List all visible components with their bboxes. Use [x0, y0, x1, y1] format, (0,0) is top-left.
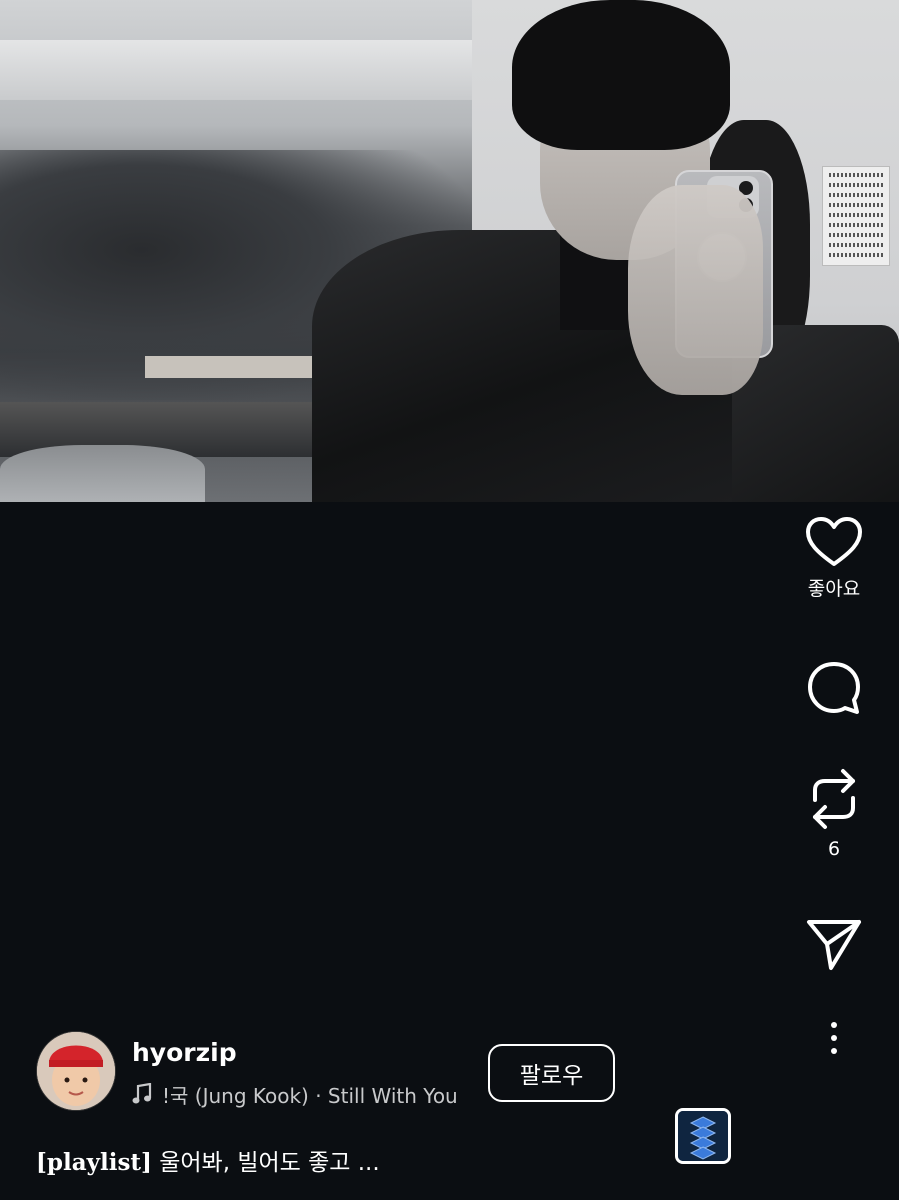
photo-ceiling — [0, 40, 472, 100]
photo-poster — [822, 166, 890, 266]
avatar[interactable] — [36, 1031, 116, 1111]
caption[interactable]: [playlist] 울어봐, 빌어도 좋고 ... — [36, 1143, 380, 1177]
heart-icon — [806, 517, 862, 566]
action-rail: 좋아요 6 — [769, 502, 899, 1200]
like-label: 좋아요 — [807, 578, 861, 600]
repost-icon — [813, 769, 855, 829]
more-vertical-icon-dot — [831, 1035, 837, 1041]
caption-text: 울어봐, 빌어도 좋고 ... — [151, 1150, 380, 1176]
music-track-text: !국 (Jung Kook) · Still With You — [162, 1083, 458, 1108]
avatar-image — [37, 1032, 115, 1110]
comment-button[interactable] — [769, 660, 899, 716]
send-icon — [807, 920, 861, 970]
like-button[interactable]: 좋아요 — [769, 516, 899, 601]
photo-hand — [628, 185, 763, 395]
repost-count: 6 — [827, 838, 841, 860]
share-button[interactable] — [769, 916, 899, 972]
comment-icon — [808, 662, 860, 714]
photo-stool — [0, 445, 205, 502]
more-vertical-icon-dot — [831, 1022, 837, 1028]
more-vertical-icon-dot — [831, 1048, 837, 1054]
more-options-button[interactable] — [769, 1022, 899, 1054]
album-cover-icon — [678, 1111, 728, 1161]
photo-person-hair — [512, 0, 730, 150]
follow-button[interactable]: 팔로우 — [488, 1044, 615, 1102]
music-note-icon — [132, 1083, 152, 1104]
post-photo[interactable] — [0, 0, 899, 502]
username[interactable]: hyorzip — [132, 1038, 237, 1067]
repost-button[interactable]: 6 — [769, 766, 899, 860]
music-info[interactable]: !국 (Jung Kook) · Still With You — [132, 1079, 467, 1109]
caption-tag: [playlist] — [36, 1149, 152, 1176]
music-album-button[interactable] — [675, 1108, 731, 1164]
